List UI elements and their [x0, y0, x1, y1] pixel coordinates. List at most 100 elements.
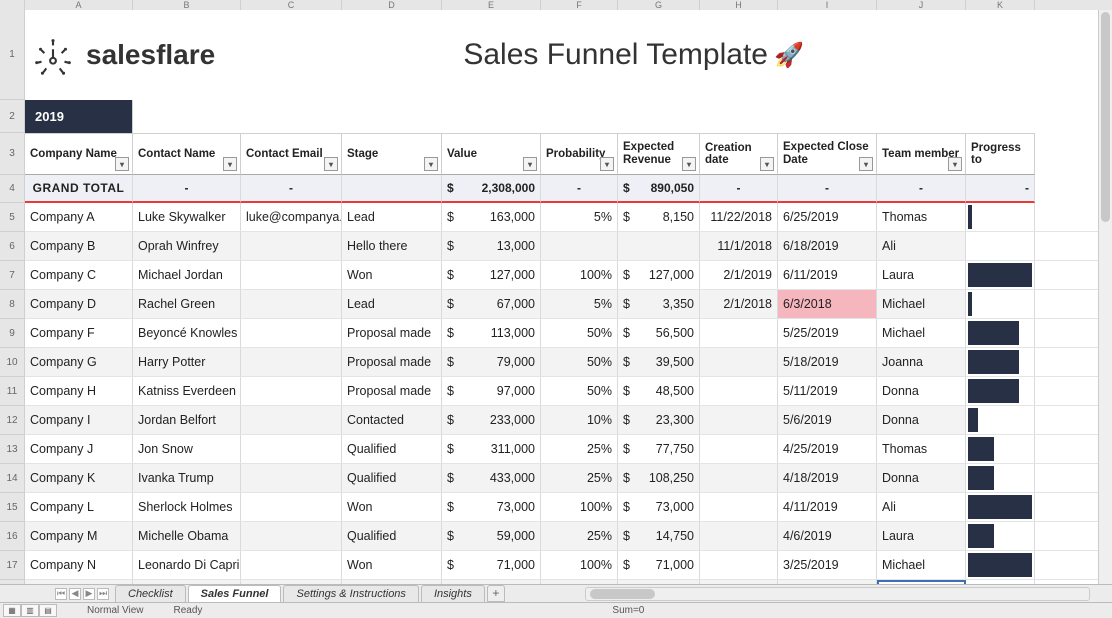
cell-value[interactable]: $13,000	[442, 232, 541, 260]
cell-expected-close[interactable]: 4/11/2019	[778, 493, 877, 521]
cell-stage[interactable]: Proposal made	[342, 377, 442, 405]
row-header-4[interactable]: 4	[0, 175, 25, 203]
cell-email[interactable]	[241, 290, 342, 318]
cell-email[interactable]: luke@companya.com	[241, 203, 342, 231]
cell-email[interactable]	[241, 232, 342, 260]
col-header-G[interactable]: G	[618, 0, 700, 10]
view-layout-icon[interactable]: ▥	[21, 604, 39, 617]
cell-team-member[interactable]: Michael	[877, 319, 966, 347]
cell-stage[interactable]: Lead	[342, 290, 442, 318]
cell-stage[interactable]: Qualified	[342, 435, 442, 463]
col-header-J[interactable]: J	[877, 0, 966, 10]
cell-expected-close[interactable]: 6/11/2019	[778, 261, 877, 289]
cell-company[interactable]: Company H	[25, 377, 133, 405]
cell-expected-revenue[interactable]: $39,500	[618, 348, 700, 376]
cell-expected-revenue[interactable]: $71,000	[618, 551, 700, 579]
cell-creation-date[interactable]	[700, 522, 778, 550]
row-header-14[interactable]: 14	[0, 464, 25, 493]
cell-probability[interactable]: 50%	[541, 377, 618, 405]
cell-company[interactable]: Company M	[25, 522, 133, 550]
cell-creation-date[interactable]	[700, 377, 778, 405]
filter-dropdown-icon[interactable]: ▾	[760, 157, 774, 171]
cell-email[interactable]	[241, 435, 342, 463]
filter-dropdown-icon[interactable]: ▾	[324, 157, 338, 171]
sheet-tab-sales-funnel[interactable]: Sales Funnel	[188, 585, 282, 602]
cell-probability[interactable]: 5%	[541, 290, 618, 318]
row-header-5[interactable]: 5	[0, 203, 25, 232]
tab-nav-prev-icon[interactable]: ◀	[69, 588, 81, 600]
cell-progress[interactable]	[966, 348, 1035, 376]
sheet-tab-settings[interactable]: Settings & Instructions	[283, 585, 418, 602]
cell-team-member[interactable]: Donna	[877, 406, 966, 434]
cell-creation-date[interactable]: 2/1/2019	[700, 261, 778, 289]
cell-stage[interactable]: Proposal made	[342, 348, 442, 376]
cell-email[interactable]	[241, 493, 342, 521]
cell-company[interactable]: Company A	[25, 203, 133, 231]
cell-team-member[interactable]: Michael	[877, 551, 966, 579]
row-header-11[interactable]: 11	[0, 377, 25, 406]
cell-value[interactable]: $163,000	[442, 203, 541, 231]
cell-email[interactable]	[241, 319, 342, 347]
cell-contact[interactable]: Katniss Everdeen	[133, 377, 241, 405]
vertical-scroll-thumb[interactable]	[1101, 12, 1110, 222]
cell-team-member[interactable]: Thomas	[877, 435, 966, 463]
cell-team-member[interactable]: Michael	[877, 290, 966, 318]
filter-dropdown-icon[interactable]: ▾	[600, 157, 614, 171]
cell-contact[interactable]: Beyoncé Knowles	[133, 319, 241, 347]
vertical-scrollbar[interactable]	[1098, 10, 1112, 584]
cell-contact[interactable]: Luke Skywalker	[133, 203, 241, 231]
cell-email[interactable]	[241, 522, 342, 550]
cell-value[interactable]: $127,000	[442, 261, 541, 289]
cell-stage[interactable]: Hello there	[342, 232, 442, 260]
cell-expected-revenue[interactable]: $73,000	[618, 493, 700, 521]
cell-stage[interactable]: Won	[342, 261, 442, 289]
col-header-K[interactable]: K	[966, 0, 1035, 10]
cell-value[interactable]: $97,000	[442, 377, 541, 405]
cell-value[interactable]: $71,000	[442, 551, 541, 579]
cell-company[interactable]: Company L	[25, 493, 133, 521]
cell-stage[interactable]: Lead	[342, 203, 442, 231]
cell-creation-date[interactable]	[700, 464, 778, 492]
cell-probability[interactable]: 25%	[541, 435, 618, 463]
header-company[interactable]: Company Name▾	[25, 133, 133, 175]
cell-stage[interactable]: Won	[342, 493, 442, 521]
cell-company[interactable]: Company B	[25, 232, 133, 260]
cell-progress[interactable]	[966, 406, 1035, 434]
cell-expected-close[interactable]: 5/18/2019	[778, 348, 877, 376]
filter-dropdown-icon[interactable]: ▾	[223, 157, 237, 171]
tab-nav-next-icon[interactable]: ▶	[83, 588, 95, 600]
row-header-9[interactable]: 9	[0, 319, 25, 348]
row-header-10[interactable]: 10	[0, 348, 25, 377]
cell-contact[interactable]: Leonardo Di Caprio	[133, 551, 241, 579]
cell-progress[interactable]	[966, 203, 1035, 231]
cell-progress[interactable]	[966, 522, 1035, 550]
cell-probability[interactable]: 100%	[541, 261, 618, 289]
cell-expected-close[interactable]: 6/3/2018	[778, 290, 877, 318]
row-header-1[interactable]: 1	[0, 10, 25, 100]
filter-dropdown-icon[interactable]: ▾	[523, 157, 537, 171]
cell-expected-revenue[interactable]: $127,000	[618, 261, 700, 289]
header-creation-date[interactable]: Creation date▾	[700, 133, 778, 175]
cell-creation-date[interactable]	[700, 493, 778, 521]
header-expected-revenue[interactable]: Expected Revenue▾	[618, 133, 700, 175]
cell-company[interactable]: Company D	[25, 290, 133, 318]
cell-team-member[interactable]: Ali	[877, 493, 966, 521]
cell-contact[interactable]: Michelle Obama	[133, 522, 241, 550]
row-header-2[interactable]: 2	[0, 100, 25, 133]
cell-contact[interactable]: Harry Potter	[133, 348, 241, 376]
cell-stage[interactable]: Proposal made	[342, 319, 442, 347]
row-header-7[interactable]: 7	[0, 261, 25, 290]
cell-expected-close[interactable]: 6/18/2019	[778, 232, 877, 260]
cell-email[interactable]	[241, 377, 342, 405]
cell-team-member[interactable]: Thomas	[877, 203, 966, 231]
col-header-I[interactable]: I	[778, 0, 877, 10]
select-all-corner[interactable]	[0, 0, 25, 10]
cell-probability[interactable]: 50%	[541, 348, 618, 376]
cell-progress[interactable]	[966, 232, 1035, 260]
tab-nav-first-icon[interactable]: ⏮	[55, 588, 67, 600]
cell-creation-date[interactable]: 11/1/2018	[700, 232, 778, 260]
cell-value[interactable]: $73,000	[442, 493, 541, 521]
add-sheet-button[interactable]: +	[487, 585, 505, 602]
cell-team-member[interactable]: Ali	[877, 232, 966, 260]
cell-team-member[interactable]: Joanna	[877, 348, 966, 376]
